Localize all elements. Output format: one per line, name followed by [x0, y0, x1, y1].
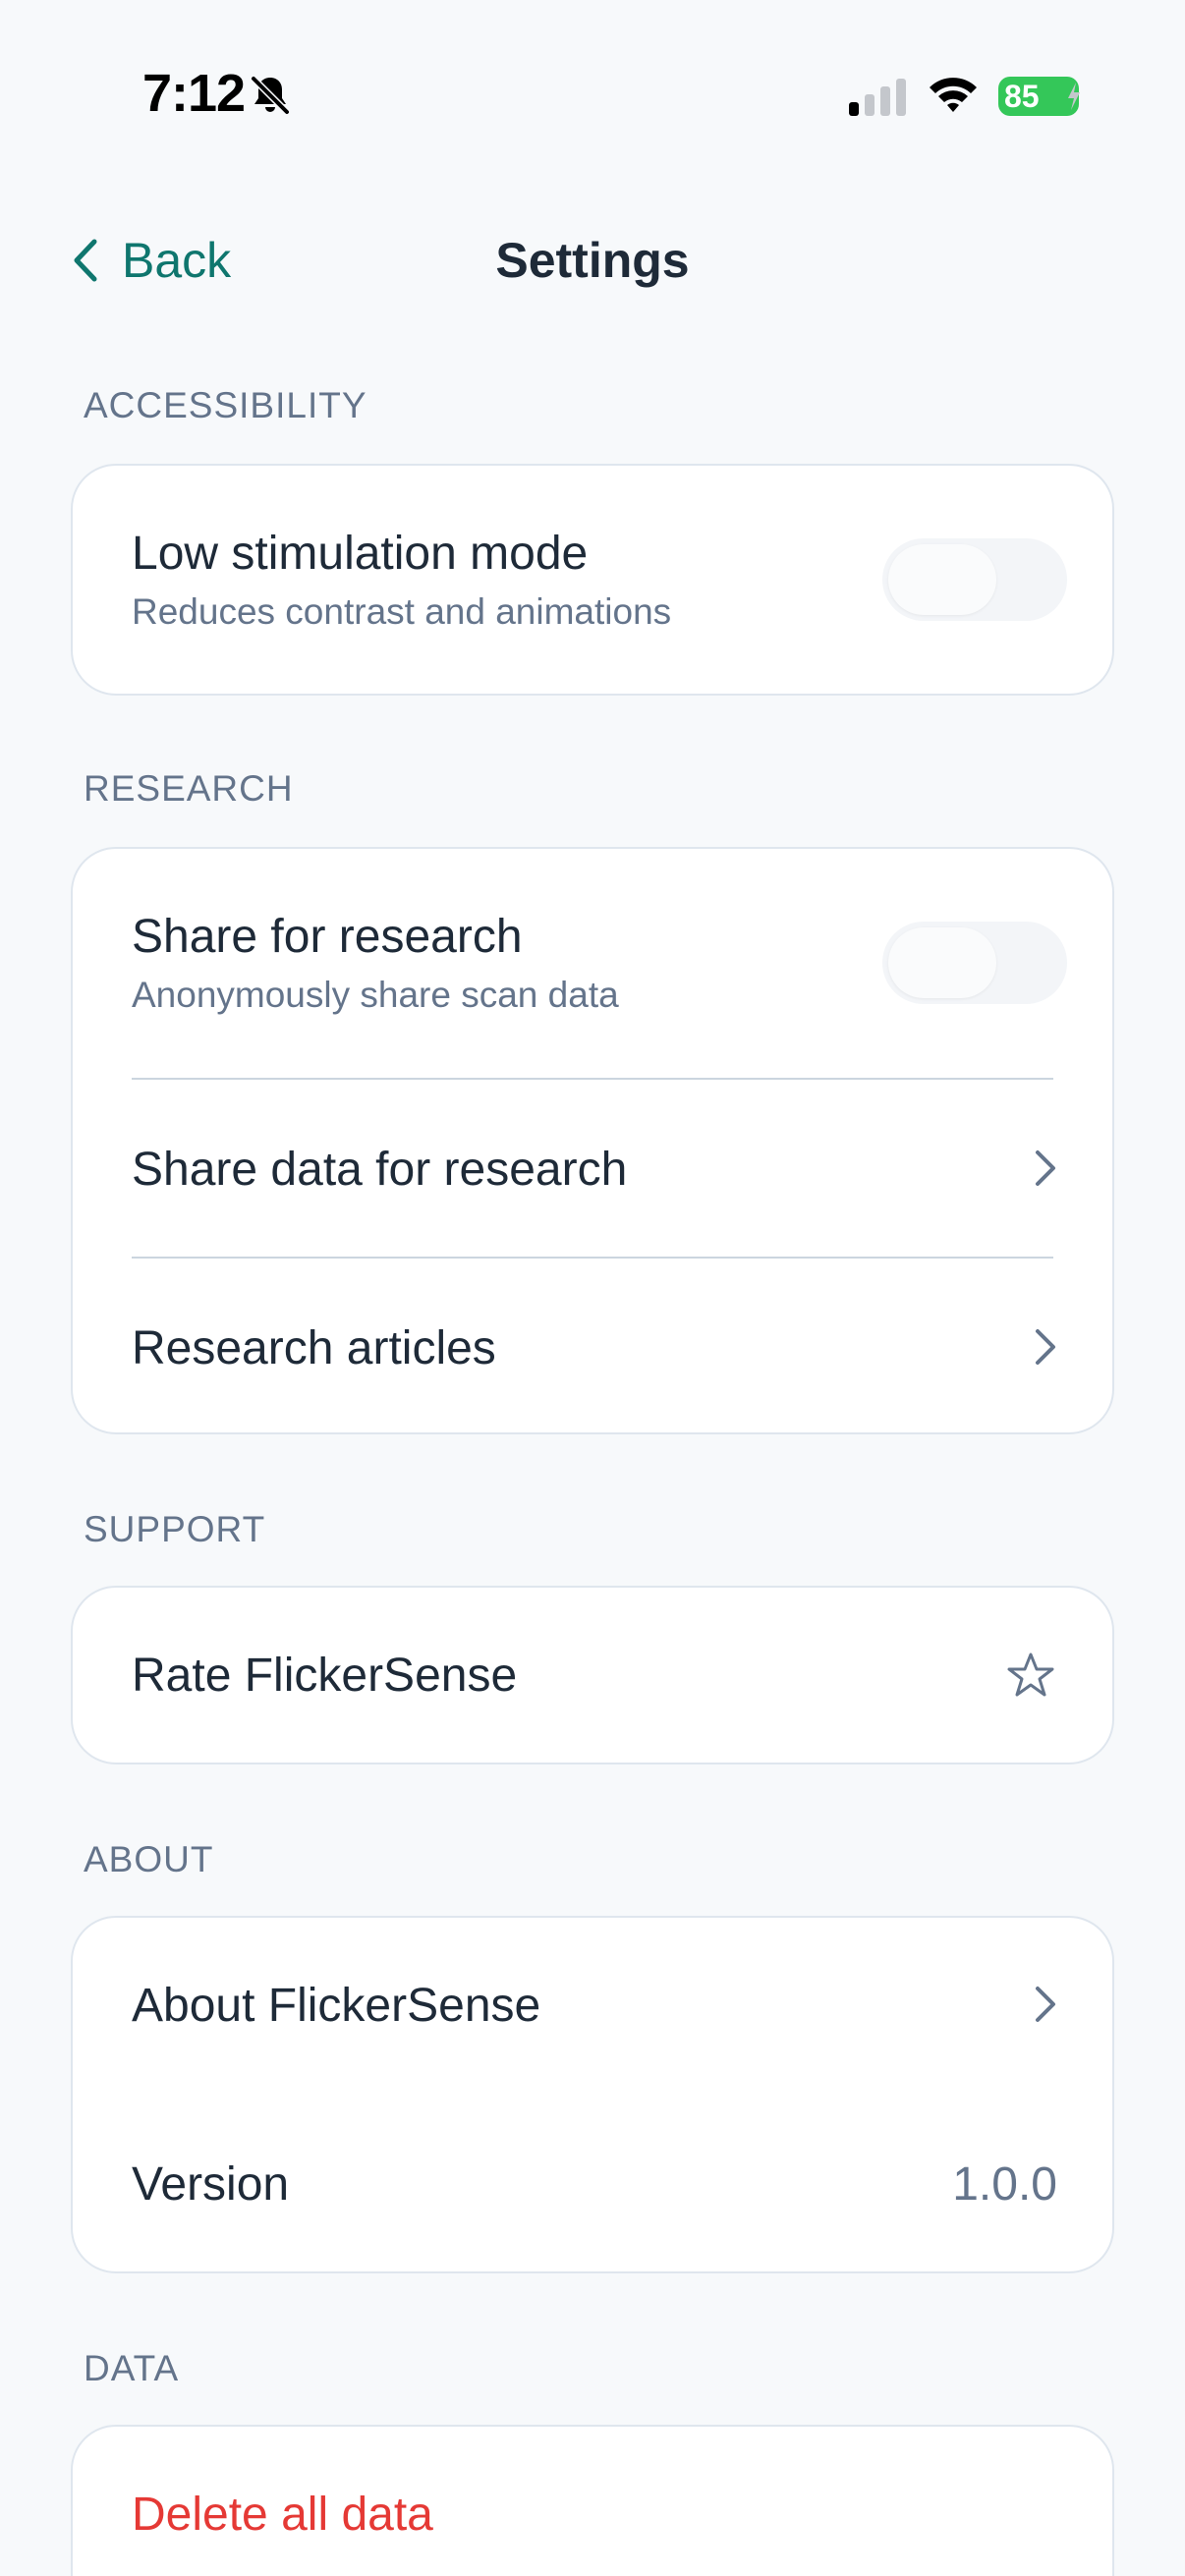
nav-bar: Back Settings: [0, 216, 1185, 305]
version-row: Version 1.0.0: [73, 2097, 1112, 2271]
status-bar: 7:12 85: [0, 0, 1185, 187]
about-app-row[interactable]: About FlickerSense: [73, 1918, 1112, 2097]
battery-level: 85: [1004, 78, 1040, 114]
page-title: Settings: [495, 233, 690, 288]
low-stimulation-toggle[interactable]: [882, 538, 1067, 621]
toggle-knob: [888, 927, 996, 998]
support-card: Rate FlickerSense: [71, 1586, 1114, 1764]
star-icon: [1007, 1652, 1054, 1697]
chevron-right-icon: [1036, 1329, 1055, 1365]
section-header-accessibility: ACCESSIBILITY: [84, 385, 367, 425]
version-label: Version: [132, 2158, 290, 2211]
research-card: Share for research Anonymously share sca…: [71, 847, 1114, 1434]
about-card: About FlickerSense Version 1.0.0: [71, 1916, 1114, 2273]
bell-slash-icon: [250, 75, 291, 116]
research-articles-label: Research articles: [132, 1322, 496, 1374]
share-for-research-title: Share for research: [132, 911, 523, 963]
cellular-signal-icon: [849, 79, 906, 116]
share-for-research-row: Share for research Anonymously share sca…: [73, 849, 1112, 1079]
toggle-knob: [888, 544, 996, 615]
rate-app-label: Rate FlickerSense: [132, 1650, 518, 1702]
section-header-research: RESEARCH: [84, 768, 294, 809]
low-stimulation-subtitle: Reduces contrast and animations: [132, 591, 672, 632]
status-time: 7:12: [142, 64, 246, 123]
version-value: 1.0.0: [952, 2158, 1057, 2211]
share-for-research-subtitle: Anonymously share scan data: [132, 975, 619, 1015]
rate-app-row[interactable]: Rate FlickerSense: [73, 1588, 1112, 1763]
section-header-data: DATA: [84, 2348, 180, 2388]
share-data-for-research-label: Share data for research: [132, 1144, 628, 1196]
wifi-icon: [930, 78, 977, 112]
section-header-about: ABOUT: [84, 1839, 214, 1879]
delete-all-data-row[interactable]: Delete all data: [73, 2427, 1112, 2576]
low-stimulation-row: Low stimulation mode Reduces contrast an…: [73, 466, 1112, 694]
chevron-right-icon: [1036, 1987, 1055, 2022]
section-header-support: SUPPORT: [84, 1509, 266, 1549]
battery-charging-icon: [1068, 83, 1080, 110]
share-for-research-toggle[interactable]: [882, 922, 1067, 1004]
data-card: Delete all data: [71, 2425, 1114, 2576]
share-data-for-research-row[interactable]: Share data for research: [73, 1080, 1112, 1257]
accessibility-card: Low stimulation mode Reduces contrast an…: [71, 464, 1114, 696]
settings-screen: 7:12 85 Back Settings ACCESSIBILITY Low …: [0, 0, 1185, 2576]
research-articles-row[interactable]: Research articles: [73, 1259, 1112, 1432]
delete-all-data-label: Delete all data: [132, 2489, 433, 2541]
about-app-label: About FlickerSense: [132, 1980, 541, 2032]
low-stimulation-title: Low stimulation mode: [132, 528, 589, 580]
chevron-right-icon: [1036, 1150, 1055, 1186]
